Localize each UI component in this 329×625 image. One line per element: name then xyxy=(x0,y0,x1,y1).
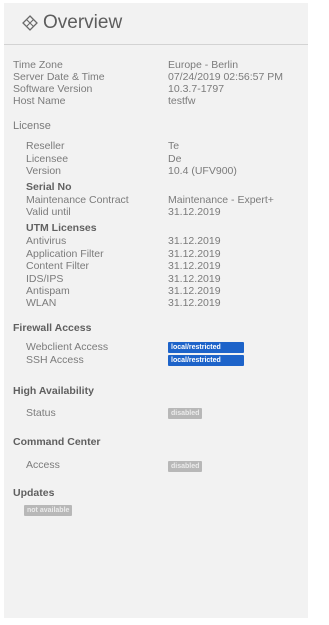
maintenance-contract-value: Maintenance - Expert+ xyxy=(168,194,274,206)
reseller-label: Reseller xyxy=(26,140,65,152)
application-filter-label: Application Filter xyxy=(26,248,104,260)
antivirus-label: Antivirus xyxy=(26,235,67,247)
cc-access-label: Access xyxy=(26,459,60,471)
webclient-access-label: Webclient Access xyxy=(26,341,109,353)
updates-badge: not available xyxy=(24,505,73,516)
utm-licenses-heading: UTM Licenses xyxy=(26,222,97,234)
server-date-time-value: 07/24/2019 02:56:57 PM xyxy=(168,71,284,83)
wlan-value: 31.12.2019 xyxy=(168,297,221,309)
panel-header: Overview xyxy=(4,3,308,45)
wlan-label: WLAN xyxy=(26,297,57,309)
software-version-label: Software Version xyxy=(13,83,93,95)
license-section-title: License xyxy=(13,120,51,132)
valid-until-value: 31.12.2019 xyxy=(168,206,221,218)
diamond-grid-icon xyxy=(22,15,38,31)
serial-no-heading: Serial No xyxy=(26,181,72,193)
version-value: 10.4 (UFV900) xyxy=(168,165,237,177)
ids-ips-label: IDS/IPS xyxy=(26,273,64,285)
ha-status-badge: disabled xyxy=(168,408,203,419)
content-filter-value: 31.12.2019 xyxy=(168,260,221,272)
antispam-label: Antispam xyxy=(26,285,70,297)
licensee-value: De xyxy=(168,153,182,165)
host-name-value: testfw xyxy=(168,95,196,107)
webclient-access-badge: local/restricted xyxy=(168,342,244,353)
time-zone-value: Europe - Berlin xyxy=(168,59,239,71)
application-filter-value: 31.12.2019 xyxy=(168,248,221,260)
software-version-value: 10.3.7-1797 xyxy=(168,83,225,95)
firewall-access-heading: Firewall Access xyxy=(13,322,92,334)
antispam-value: 31.12.2019 xyxy=(168,285,221,297)
ids-ips-value: 31.12.2019 xyxy=(168,273,221,285)
cc-access-badge: disabled xyxy=(168,461,203,472)
host-name-label: Host Name xyxy=(13,95,66,107)
overview-panel: Overview Time Zone Europe - Berlin Serve… xyxy=(4,3,308,618)
licensee-label: Licensee xyxy=(26,153,69,165)
ha-status-label: Status xyxy=(26,407,56,419)
maintenance-contract-label: Maintenance Contract xyxy=(26,194,129,206)
updates-heading: Updates xyxy=(13,487,55,499)
ssh-access-label: SSH Access xyxy=(26,354,84,366)
ssh-access-badge: local/restricted xyxy=(168,355,244,366)
content-filter-label: Content Filter xyxy=(26,260,90,272)
time-zone-label: Time Zone xyxy=(13,59,63,71)
high-availability-heading: High Availability xyxy=(13,385,94,397)
valid-until-label: Valid until xyxy=(26,206,71,218)
version-label: Version xyxy=(26,165,62,177)
reseller-value: Te xyxy=(168,140,180,152)
antivirus-value: 31.12.2019 xyxy=(168,235,221,247)
server-date-time-label: Server Date & Time xyxy=(13,71,105,83)
command-center-heading: Command Center xyxy=(13,436,101,448)
page-title: Overview xyxy=(43,12,123,33)
